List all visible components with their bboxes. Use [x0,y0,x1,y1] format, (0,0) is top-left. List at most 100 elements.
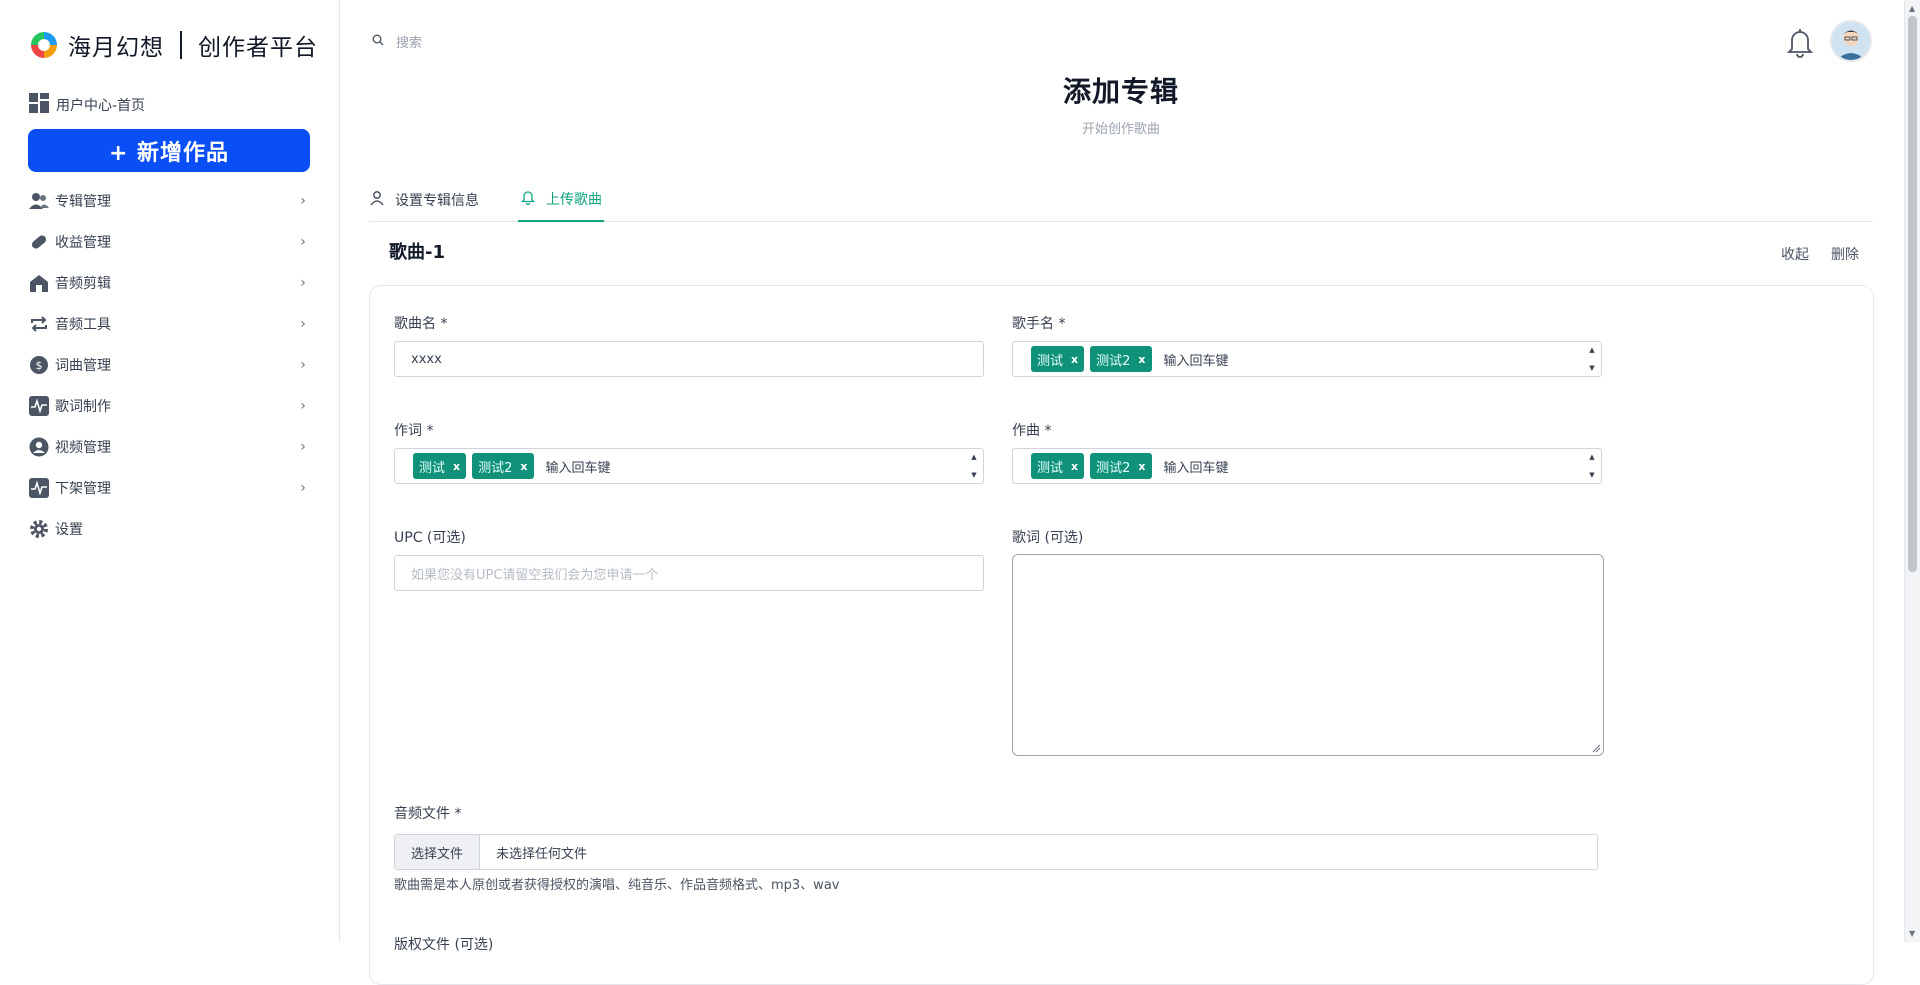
nav-home-label: 用户中心-首页 [56,98,146,114]
audio-file-input[interactable]: 选择文件 未选择任何文件 [394,834,1598,870]
search-bar[interactable]: 搜索 [372,32,422,51]
dashboard-icon [28,92,50,118]
sidebar-item-audio-edit[interactable]: 音频剪辑 › [28,262,310,303]
sidebar-item-lyrics-make[interactable]: 歌词制作 › [28,385,310,426]
logo-divider [180,31,182,59]
svg-text:$: $ [36,359,43,372]
resize-grip-icon[interactable] [1592,744,1601,753]
sidebar-item-label: 设置 [55,521,83,538]
singer-label: 歌手名 * [1012,316,1066,332]
search-input[interactable]: 搜索 [396,32,422,51]
main-content: 搜索 添加专辑 开始创作歌曲 设置专辑信息 上传歌曲 歌曲-1 收起 删除 歌曲… [341,0,1896,985]
choose-file-button[interactable]: 选择文件 [395,835,481,869]
tag-remove-icon[interactable]: x [453,460,460,473]
tag-remove-icon[interactable]: x [1138,460,1145,473]
scrollbar-thumb[interactable] [1908,16,1917,572]
upc-input[interactable]: 如果您没有UPC请留空我们会为您申请一个 [394,555,984,591]
sidebar-item-takedown[interactable]: 下架管理 › [28,467,310,508]
sidebar-item-label: 词曲管理 [55,357,111,374]
chevron-right-icon: › [300,233,306,250]
sidebar-item-revenue[interactable]: 收益管理 › [28,221,310,262]
tag-label: 测试2 [1096,460,1131,476]
tag-label: 测试 [1037,460,1064,476]
user-circle-icon [28,436,50,458]
tag: 测试 x [413,453,467,479]
tag-remove-icon[interactable]: x [1071,353,1078,366]
pulse-icon [28,395,50,417]
sidebar-item-label: 歌词制作 [55,398,111,415]
sidebar-item-label: 音频剪辑 [55,275,111,292]
tag-remove-icon[interactable]: x [1071,460,1078,473]
tab-label: 上传歌曲 [546,192,602,208]
chevron-right-icon: › [300,479,306,496]
sidebar-item-lyrics-music[interactable]: $ 词曲管理 › [28,344,310,385]
chevron-right-icon: › [300,315,306,332]
scroll-up-icon[interactable]: ▲ [1909,4,1915,13]
tag: 测试 x [1031,346,1085,372]
lyrics-textarea[interactable] [1012,554,1604,756]
chevron-right-icon: › [300,192,306,209]
sidebar-item-album[interactable]: 专辑管理 › [28,180,310,221]
sidebar-item-label: 收益管理 [55,234,111,251]
bell-icon[interactable] [1783,25,1817,59]
repeat-icon [28,313,50,335]
tag-label: 测试 [1037,353,1064,369]
sidebar-item-label: 下架管理 [55,480,111,497]
lyricist-tag-input[interactable]: 测试 x 测试2 x 输入回车键 ▲ ▼ [394,448,984,484]
song-form-card: 歌曲名 * xxxx 歌手名 * 测试 x 测试2 x 输入回车键 ▲ ▼ 作词 * … [369,285,1874,985]
spinner-arrows-icon[interactable]: ▲ ▼ [1587,453,1597,479]
avatar[interactable] [1830,20,1872,62]
sidebar-item-settings[interactable]: 设置 [28,508,310,549]
house-icon [28,272,50,294]
logo[interactable]: 海月幻想 创作者平台 [28,28,318,62]
tag-label: 测试 [419,460,446,476]
sidebar-item-video[interactable]: 视频管理 › [28,426,310,467]
upc-label: UPC (可选) [394,530,466,546]
tag-remove-icon[interactable]: x [1138,353,1145,366]
page-title: 添加专辑 [1062,75,1179,108]
page-scrollbar[interactable]: ▲ ▼ [1904,0,1920,942]
spinner-arrows-icon[interactable]: ▲ ▼ [1587,346,1597,372]
delete-button[interactable]: 删除 [1831,244,1859,264]
composer-tag-input[interactable]: 测试 x 测试2 x 输入回车键 ▲ ▼ [1012,448,1602,484]
sidebar-item-label: 音频工具 [55,316,111,333]
lyrics-label: 歌词 (可选) [1012,530,1084,546]
song-actions: 收起 删除 [1781,244,1859,264]
tag-remove-icon[interactable]: x [520,460,527,473]
brand-name: 海月幻想 [68,35,164,61]
tag-label: 测试2 [1096,353,1131,369]
tab-label: 设置专辑信息 [395,193,479,209]
song-name-input[interactable]: xxxx [394,341,984,377]
spinner-arrows-icon[interactable]: ▲ ▼ [969,453,979,479]
bell-icon [520,189,536,209]
tag: 测试2 x [1090,346,1152,372]
lyricist-tag-text-input[interactable]: 输入回车键 [546,457,611,476]
chevron-right-icon: › [300,438,306,455]
tab-album-info[interactable]: 设置专辑信息 [369,178,479,222]
scroll-down-icon[interactable]: ▼ [1909,929,1915,938]
nav-home[interactable]: 用户中心-首页 [28,92,145,118]
sidebar-item-audio-tools[interactable]: 音频工具 › [28,303,310,344]
chevron-right-icon: › [300,356,306,373]
new-work-button[interactable]: + 新增作品 [28,129,310,172]
collapse-button[interactable]: 收起 [1781,244,1809,264]
tab-upload-song[interactable]: 上传歌曲 [518,178,604,222]
user-icon [369,190,385,210]
chevron-right-icon: › [300,274,306,291]
dollar-circle-icon: $ [28,354,50,376]
composer-tag-text-input[interactable]: 输入回车键 [1164,457,1229,476]
users-icon [28,190,50,212]
tag-label: 测试2 [478,460,513,476]
sidebar-item-label: 专辑管理 [55,193,111,210]
tag: 测试2 x [1090,453,1152,479]
sidebar: 海月幻想 创作者平台 用户中心-首页 + 新增作品 专辑管理 › 收益管理 › … [0,0,340,942]
chevron-right-icon: › [300,397,306,414]
pill-icon [28,231,50,253]
singer-tag-text-input[interactable]: 输入回车键 [1164,350,1229,369]
brand-logo-icon [28,29,60,61]
search-icon [372,34,384,50]
sidebar-item-label: 视频管理 [55,439,111,456]
singer-tag-input[interactable]: 测试 x 测试2 x 输入回车键 ▲ ▼ [1012,341,1602,377]
file-name: 未选择任何文件 [496,846,588,862]
song-name-label: 歌曲名 * [394,316,448,332]
